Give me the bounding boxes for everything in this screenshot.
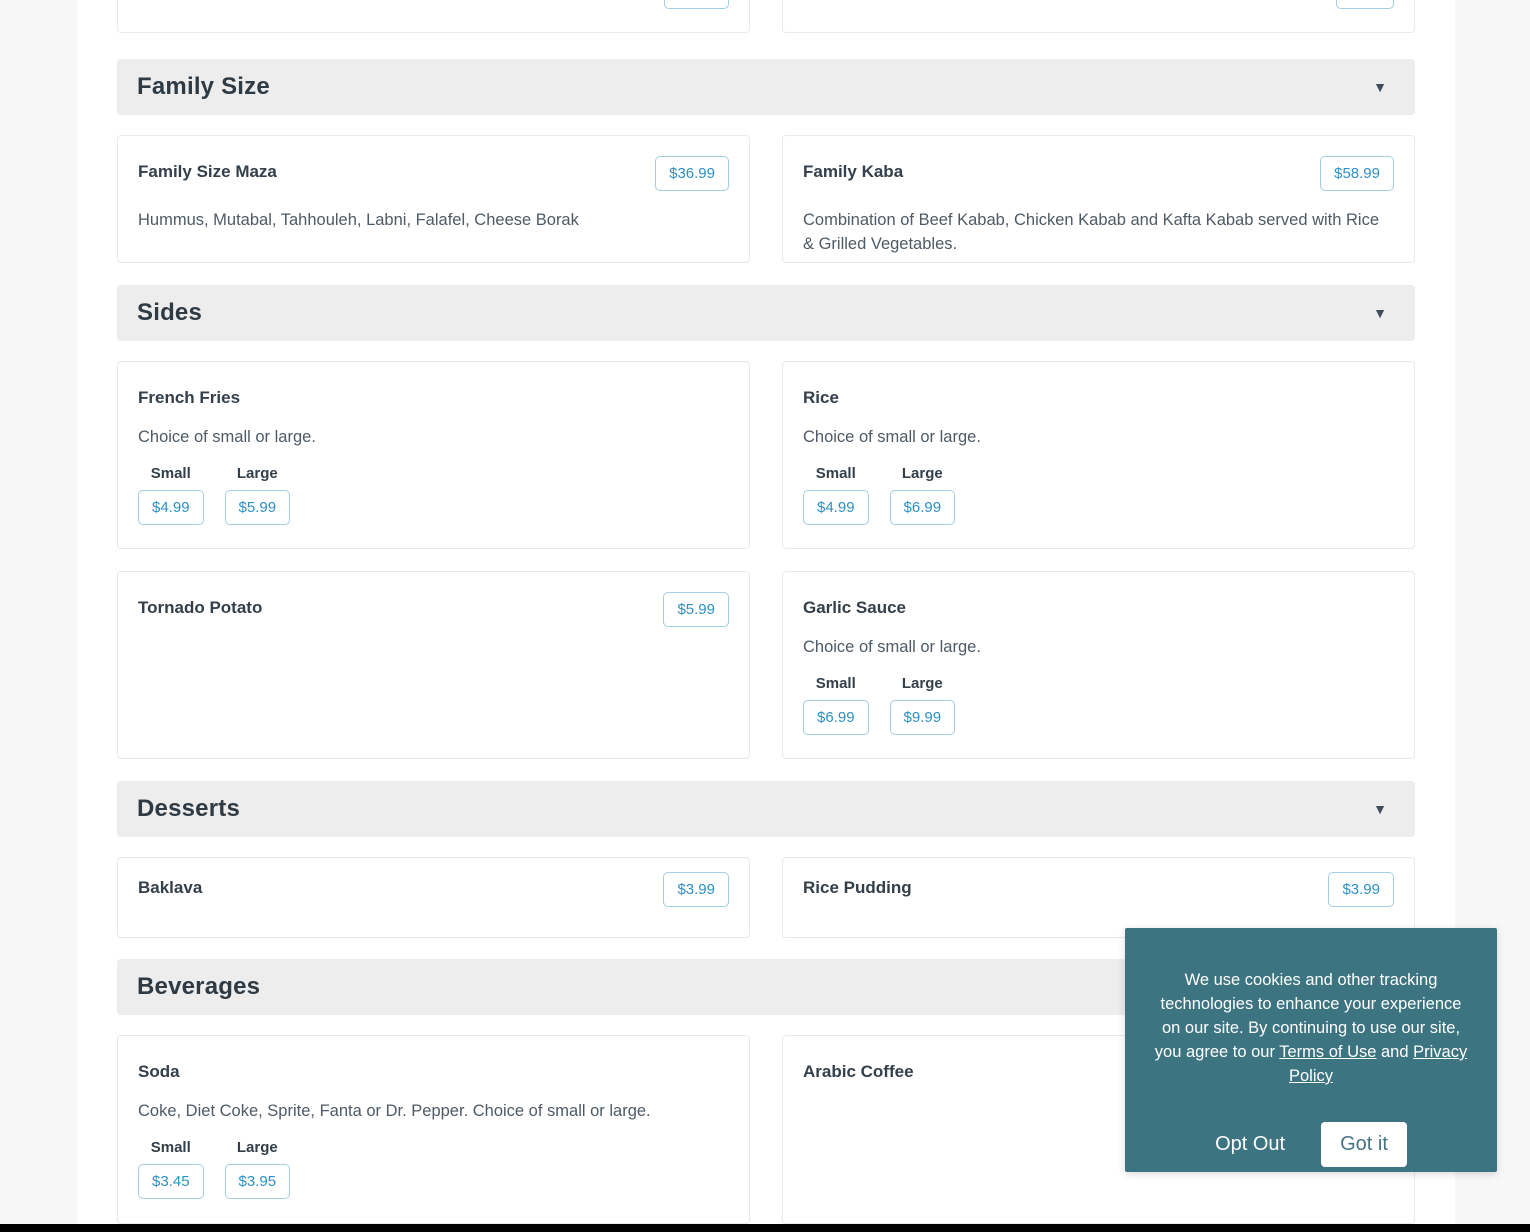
bottom-black-bar bbox=[0, 1224, 1530, 1232]
price-button-partial[interactable] bbox=[664, 0, 729, 9]
item-title: Baklava bbox=[138, 878, 203, 897]
section-header-sides[interactable]: Sides ▼ bbox=[117, 285, 1415, 341]
size-label: Large bbox=[901, 465, 943, 482]
partial-menu-item-card bbox=[782, 0, 1415, 33]
section-header-desserts[interactable]: Desserts ▼ bbox=[117, 781, 1415, 837]
price-button-small[interactable]: $4.99 bbox=[138, 490, 204, 525]
item-description: Combination of Beef Kabab, Chicken Kabab… bbox=[803, 211, 1380, 253]
price-button-large[interactable]: $6.99 bbox=[889, 490, 956, 525]
item-title: Tornado Potato bbox=[138, 598, 263, 617]
section-title: Sides bbox=[137, 299, 203, 326]
price-button-partial[interactable] bbox=[1336, 0, 1394, 9]
item-description: Coke, Diet Coke, Sprite, Fanta or Dr. Pe… bbox=[138, 1102, 651, 1120]
menu-item-card-garlic-sauce: Garlic Sauce Choice of small or large. S… bbox=[782, 571, 1415, 759]
cookie-consent-banner: We use cookies and other tracking techno… bbox=[1125, 928, 1497, 1172]
price-button-large[interactable]: $3.95 bbox=[224, 1164, 291, 1199]
menu-item-card-family-size-maza: Family Size Maza $36.99 Hummus, Mutabal,… bbox=[117, 135, 750, 263]
size-label: Small bbox=[150, 1139, 191, 1156]
chevron-down-icon[interactable]: ▼ bbox=[1373, 305, 1387, 321]
menu-item-card-french-fries: French Fries Choice of small or large. S… bbox=[117, 361, 750, 549]
price-button[interactable]: $58.99 bbox=[1320, 156, 1394, 191]
size-label: Large bbox=[236, 465, 278, 482]
price-button-small[interactable]: $4.99 bbox=[803, 490, 869, 525]
menu-item-card-baklava: Baklava $3.99 bbox=[117, 857, 750, 938]
item-title: Rice Pudding bbox=[803, 878, 912, 897]
section-header-family-size[interactable]: Family Size ▼ bbox=[117, 59, 1415, 115]
section-title: Beverages bbox=[137, 973, 261, 1000]
partial-menu-item-card bbox=[117, 0, 750, 33]
chevron-down-icon[interactable]: ▼ bbox=[1373, 801, 1387, 817]
price-button[interactable]: $3.99 bbox=[1328, 872, 1394, 907]
price-button-large[interactable]: $9.99 bbox=[889, 700, 956, 735]
cookie-text: and bbox=[1376, 1043, 1414, 1061]
menu-item-card-soda: Soda Coke, Diet Coke, Sprite, Fanta or D… bbox=[117, 1035, 750, 1224]
item-title: Arabic Coffee bbox=[803, 1062, 914, 1081]
item-description: Hummus, Mutabal, Tahhouleh, Labni, Falaf… bbox=[138, 211, 579, 229]
price-button[interactable]: $36.99 bbox=[655, 156, 729, 191]
size-label: Small bbox=[815, 465, 856, 482]
item-description: Choice of small or large. bbox=[138, 428, 316, 446]
section-title: Desserts bbox=[137, 795, 241, 822]
price-button[interactable]: $3.99 bbox=[663, 872, 729, 907]
item-title: Family Size Maza bbox=[138, 162, 277, 181]
menu-item-card-family-kaba: Family Kaba $58.99 Combination of Beef K… bbox=[782, 135, 1415, 263]
price-button[interactable]: $5.99 bbox=[663, 592, 729, 627]
cookie-message: We use cookies and other tracking techno… bbox=[1151, 968, 1471, 1088]
item-title: Garlic Sauce bbox=[803, 598, 907, 617]
price-button-small[interactable]: $3.45 bbox=[138, 1164, 204, 1199]
size-label: Small bbox=[815, 675, 856, 692]
item-description: Choice of small or large. bbox=[803, 428, 981, 446]
item-title: Rice bbox=[803, 388, 839, 407]
item-title: French Fries bbox=[138, 388, 241, 407]
menu-item-card-tornado-potato: Tornado Potato $5.99 bbox=[117, 571, 750, 759]
size-label: Large bbox=[236, 1139, 278, 1156]
terms-of-use-link[interactable]: Terms of Use bbox=[1279, 1043, 1376, 1061]
size-label: Large bbox=[901, 675, 943, 692]
opt-out-button[interactable]: Opt Out bbox=[1215, 1133, 1285, 1156]
section-title: Family Size bbox=[137, 73, 270, 100]
partial-row bbox=[117, 0, 1415, 33]
menu-item-card-rice: Rice Choice of small or large. Small $4.… bbox=[782, 361, 1415, 549]
item-description: Choice of small or large. bbox=[803, 638, 981, 656]
got-it-button[interactable]: Got it bbox=[1321, 1122, 1407, 1167]
price-button-small[interactable]: $6.99 bbox=[803, 700, 869, 735]
menu-item-card-rice-pudding: Rice Pudding $3.99 bbox=[782, 857, 1415, 938]
chevron-down-icon[interactable]: ▼ bbox=[1373, 79, 1387, 95]
price-button-large[interactable]: $5.99 bbox=[224, 490, 291, 525]
item-title: Family Kaba bbox=[803, 162, 904, 181]
item-title: Soda bbox=[138, 1062, 180, 1081]
size-label: Small bbox=[150, 465, 191, 482]
